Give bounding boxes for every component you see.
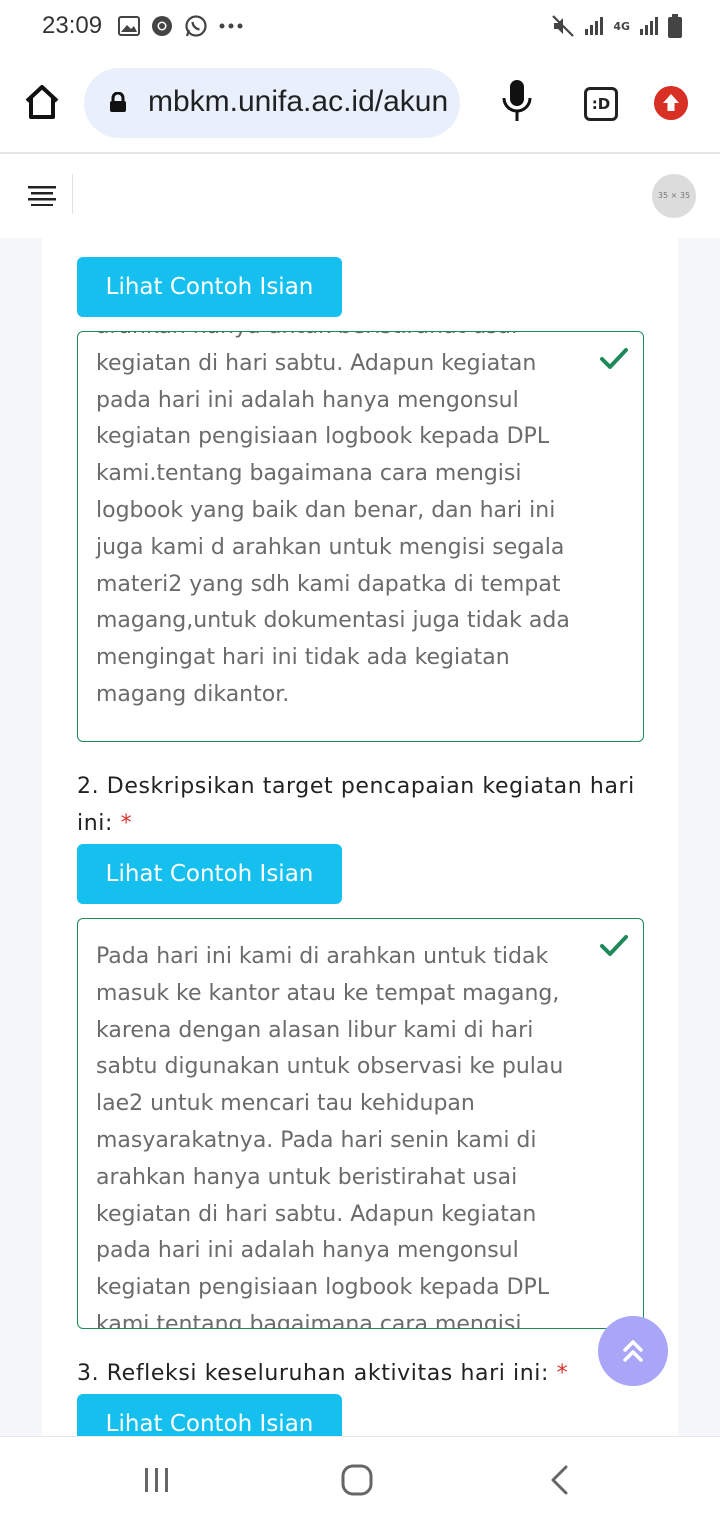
microphone-icon[interactable] [500,78,534,124]
signal-icon [640,17,658,35]
tab-switcher-button[interactable]: :D [584,87,618,121]
double-chevron-up-icon [623,1340,643,1362]
required-mark: * [556,1361,569,1386]
header-separator [72,174,73,214]
gallery-icon [118,16,140,36]
address-bar[interactable]: mbkm.unifa.ac.id/akun [84,68,460,138]
app-header: 35 × 35 [0,154,720,238]
avatar[interactable]: 35 × 35 [652,174,696,218]
checkmark-icon [600,935,628,956]
question-3: 3. Refleksi keseluruhan aktivitas hari i… [77,1355,637,1392]
scroll-to-top-button[interactable] [598,1316,668,1386]
whatsapp-icon [185,15,207,37]
status-left-icons [118,14,244,38]
answer-textarea[interactable]: arahkan hanya untuk beristirahat usai ke… [77,331,644,742]
recent-apps-icon[interactable] [143,1467,171,1493]
question-2-text: 2. Deskripsikan target pencapaian kegiat… [77,774,635,836]
back-icon[interactable] [548,1465,570,1495]
status-bar: 23:09 4G [0,0,720,56]
url-text[interactable]: mbkm.unifa.ac.id/akun [148,85,448,119]
lihat-contoh-isian-button[interactable]: Lihat Contoh Isian [77,844,342,904]
more-dots-icon [219,23,243,29]
mute-icon [552,15,575,37]
question-3-text: 3. Refleksi keseluruhan aktivitas hari i… [77,1361,550,1386]
home-icon[interactable] [22,82,62,122]
answer-textarea[interactable]: Pada hari ini kami di arahkan untuk tida… [77,918,644,1329]
battery-icon [668,14,682,38]
answer-text: arahkan hanya untuk beristirahat usai ke… [96,332,570,707]
lihat-contoh-isian-button[interactable]: Lihat Contoh Isian [77,257,342,317]
status-right-icons: 4G [551,14,682,38]
signal-icon [585,17,604,35]
4g-icon: 4G [613,19,630,33]
system-nav-bar [0,1436,720,1520]
upload-icon[interactable] [654,86,688,120]
question-2: 2. Deskripsikan target pencapaian kegiat… [77,768,637,842]
page-content[interactable]: Lihat Contoh Isian arahkan hanya untuk b… [0,238,720,1436]
home-nav-icon[interactable] [341,1464,373,1496]
checkmark-icon [600,348,628,369]
lihat-contoh-isian-button[interactable]: Lihat Contoh Isian [77,1394,342,1436]
chrome-icon [152,16,172,36]
answer-text: Pada hari ini kami di arahkan untuk tida… [96,944,564,1329]
required-mark: * [120,811,133,836]
browser-toolbar: mbkm.unifa.ac.id/akun :D [0,56,720,152]
lock-icon [110,92,126,112]
menu-icon[interactable] [28,184,56,206]
status-time: 23:09 [42,12,103,39]
